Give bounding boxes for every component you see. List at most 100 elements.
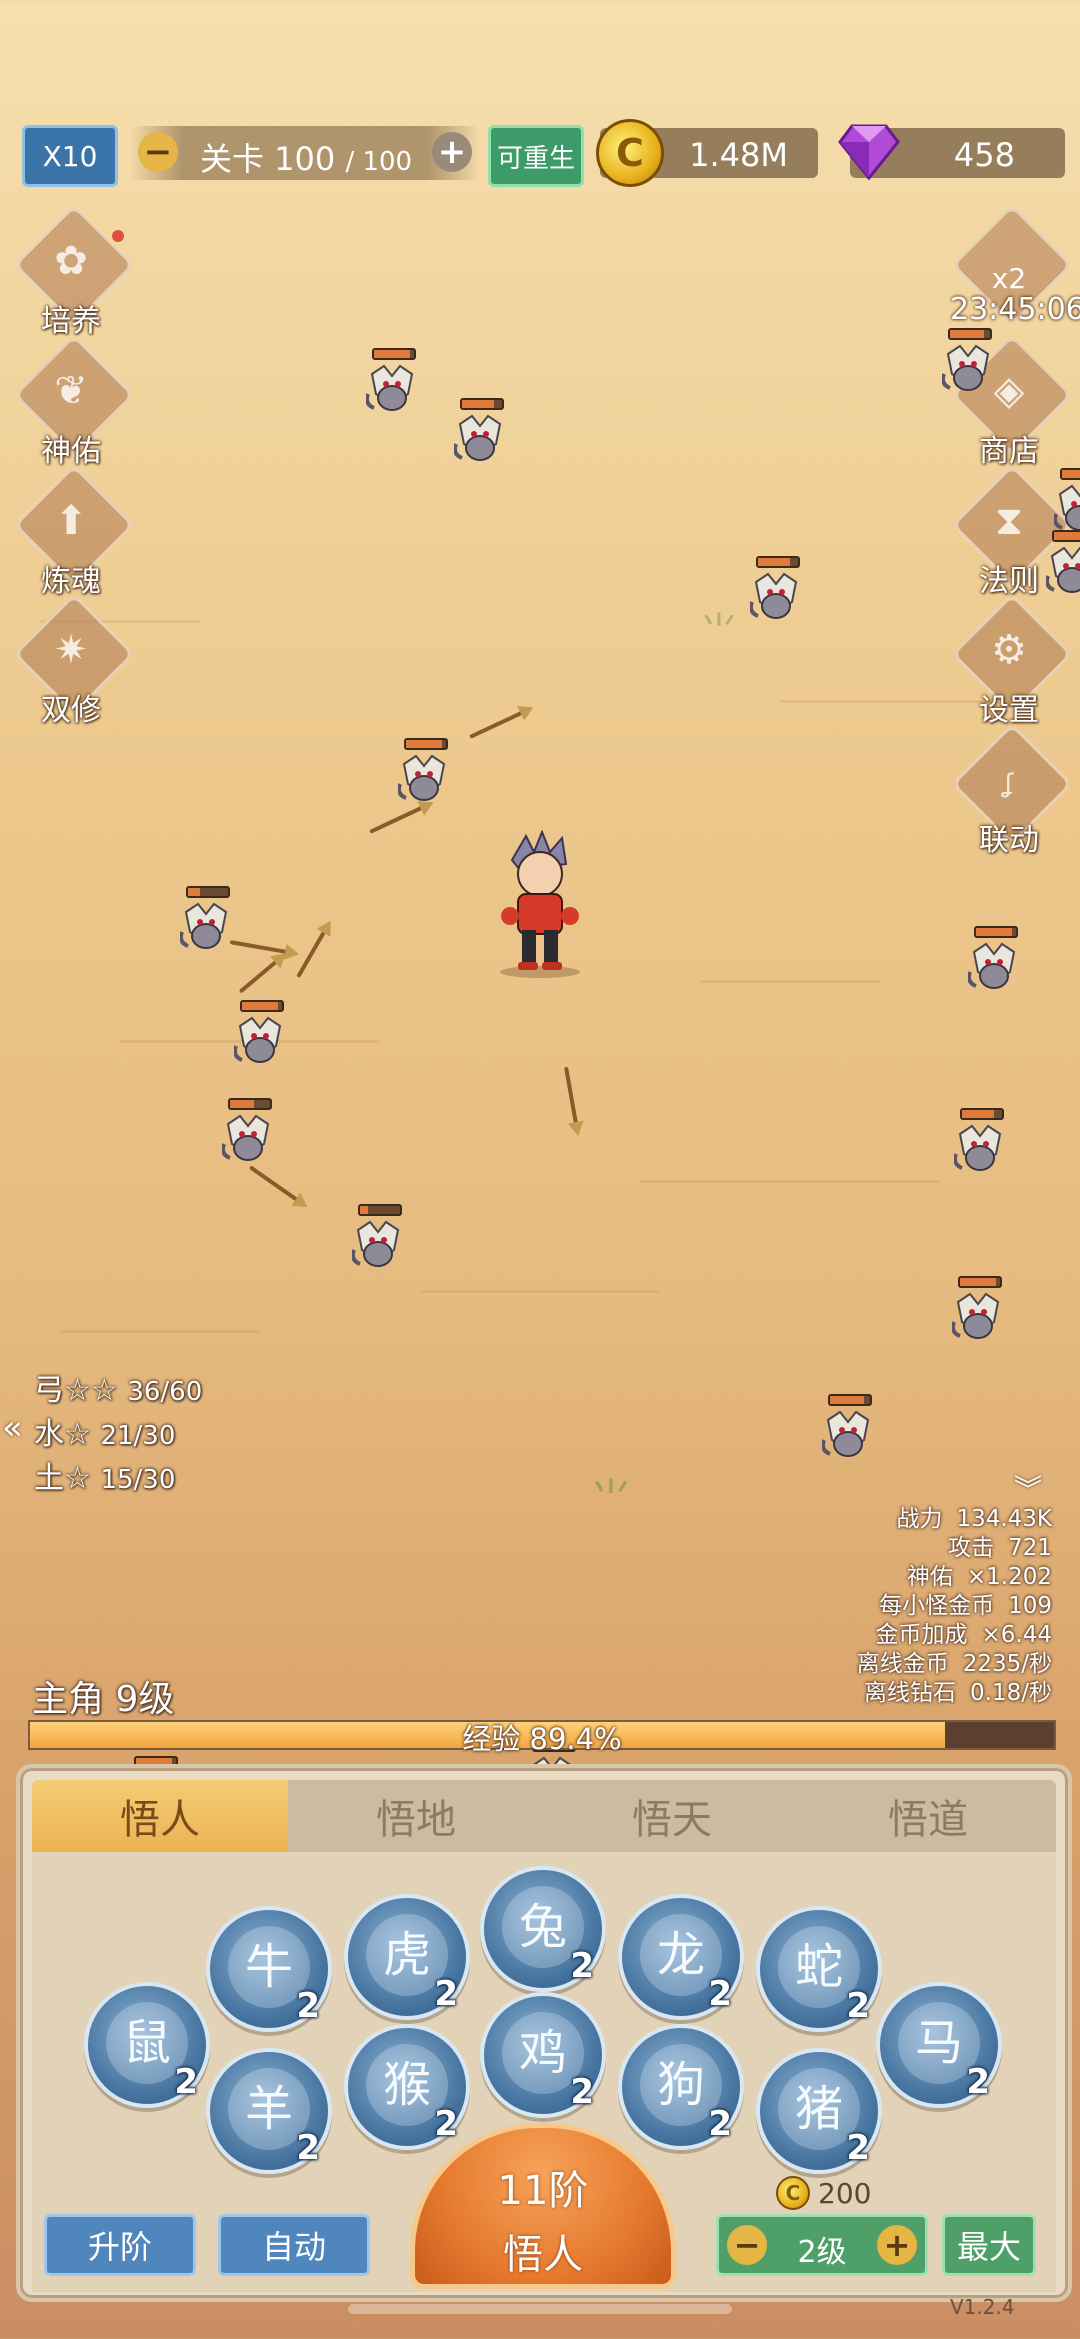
tab-human[interactable]: 悟人	[32, 1780, 288, 1852]
stat-value: ×6.44	[981, 1622, 1052, 1648]
monster-enemy	[962, 926, 1026, 994]
monster-sprite	[222, 1114, 270, 1161]
quest-progress: 15/30	[100, 1465, 176, 1495]
menu-train-label: 培养	[41, 304, 101, 339]
monster-hp-bar	[828, 1394, 872, 1406]
quest-progress: 21/30	[100, 1421, 176, 1451]
monster-hp-bar	[958, 1276, 1002, 1288]
menu-link-label: 联动	[979, 823, 1039, 858]
menu-link-button[interactable]: ʆ 联动	[951, 723, 1073, 858]
monster-enemy	[392, 738, 456, 806]
speed-button[interactable]: X10	[22, 125, 118, 187]
monster-enemy	[1048, 468, 1080, 536]
collapse-stats-icon[interactable]: ︾	[1014, 1468, 1042, 1508]
monster-sprite	[942, 344, 990, 391]
monster-enemy	[1040, 530, 1080, 598]
stepper-plus-button[interactable]: +	[877, 2225, 917, 2265]
monster-hp-bar	[960, 1108, 1004, 1120]
stat-value: 721	[1008, 1535, 1052, 1561]
arrow-projectile	[469, 709, 526, 739]
gem-display: 458	[838, 124, 1065, 181]
auto-button[interactable]: 自动	[218, 2214, 370, 2276]
boost-label: x2	[991, 262, 1027, 295]
gold-display: C 1.48M	[596, 119, 818, 187]
monster-enemy	[228, 1000, 292, 1068]
up-arrow-icon: ⬆	[54, 498, 88, 544]
zodiac-ox-button[interactable]: 牛2	[206, 1906, 332, 2032]
monster-sprite	[750, 572, 798, 619]
zodiac-horse-button[interactable]: 马2	[876, 1982, 1002, 2108]
monster-enemy	[346, 1204, 410, 1272]
menu-soul-button[interactable]: ⬆ 炼魂	[13, 464, 135, 599]
menu-train-button[interactable]: ✿ 培养	[13, 204, 135, 339]
stat-row: 离线金币 2235/秒	[752, 1650, 1052, 1679]
upgrade-tier-button[interactable]: 升阶	[44, 2214, 196, 2276]
zodiac-level: 2	[296, 1986, 320, 2026]
stat-row: 离线钻石 0.18/秒	[752, 1679, 1052, 1708]
monster-hp-bar	[756, 556, 800, 568]
zodiac-rabbit-button[interactable]: 兔2	[480, 1866, 606, 1992]
stage-current: 100	[274, 140, 336, 178]
menu-blessing-button[interactable]: ❦ 神佑	[13, 334, 135, 469]
monster-sprite	[454, 414, 502, 461]
stage-minus-button[interactable]: −	[138, 132, 178, 172]
zodiac-level: 2	[174, 2062, 198, 2102]
stat-key: 离线金币	[856, 1651, 949, 1677]
zodiac-pig-button[interactable]: 猪2	[756, 2048, 882, 2174]
zodiac-tiger-button[interactable]: 虎2	[344, 1894, 470, 2020]
zodiac-level: 2	[846, 1986, 870, 2026]
zodiac-level: 2	[570, 1946, 594, 1986]
max-button[interactable]: 最大	[942, 2214, 1036, 2276]
stat-key: 金币加成	[875, 1622, 968, 1648]
stage-plus-button[interactable]: +	[432, 132, 472, 172]
tab-dao[interactable]: 悟道	[800, 1780, 1056, 1852]
home-indicator[interactable]	[348, 2304, 732, 2314]
boost-timer: 23:45:06	[950, 292, 1080, 327]
flame-icon: ✷	[54, 627, 88, 673]
tab-earth[interactable]: 悟地	[288, 1780, 544, 1852]
collapse-left-icon[interactable]: «	[2, 1408, 23, 1448]
level-stepper: − 2级 +	[716, 2214, 928, 2276]
monster-hp-bar	[974, 926, 1018, 938]
exp-bar: 经验 89.4%	[28, 1720, 1056, 1756]
monster-enemy	[360, 348, 424, 416]
stat-key: 离线钻石	[864, 1680, 957, 1706]
rebirth-button[interactable]: 可重生	[488, 125, 584, 187]
zodiac-rooster-button[interactable]: 鸡2	[480, 1992, 606, 2118]
monster-hp-bar	[948, 328, 992, 340]
monster-hp-bar	[240, 1000, 284, 1012]
monster-sprite	[954, 1124, 1002, 1171]
monster-enemy	[744, 556, 808, 624]
monster-sprite	[398, 754, 446, 801]
link-logo-icon: ʆ	[1004, 769, 1014, 799]
stat-key: 每小怪金币	[879, 1593, 995, 1619]
upgrade-cost: C 200	[776, 2176, 871, 2210]
arrow-projectile	[238, 958, 280, 994]
clover-icon: ✿	[54, 238, 88, 284]
menu-dual-button[interactable]: ✷ 双修	[13, 593, 135, 728]
tab-heaven[interactable]: 悟天	[544, 1780, 800, 1852]
zodiac-level: 2	[966, 2062, 990, 2102]
cost-value: 200	[818, 2176, 872, 2210]
zodiac-monkey-button[interactable]: 猴2	[344, 2024, 470, 2150]
stat-row: 每小怪金币 109	[752, 1592, 1052, 1621]
gold-value: 1.48M	[689, 136, 788, 174]
zodiac-snake-button[interactable]: 蛇2	[756, 1906, 882, 2032]
menu-settings-button[interactable]: ⚙ 设置	[951, 593, 1073, 728]
zodiac-goat-button[interactable]: 羊2	[206, 2048, 332, 2174]
stage-label: 关卡	[200, 140, 265, 178]
wings-icon: ❦	[54, 368, 88, 414]
stat-row: 金币加成 ×6.44	[752, 1621, 1052, 1650]
zodiac-level: 2	[708, 2104, 732, 2144]
zodiac-dragon-button[interactable]: 龙2	[618, 1894, 744, 2020]
zodiac-level: 2	[708, 1974, 732, 2014]
stat-value: 2235/秒	[962, 1651, 1052, 1677]
zodiac-rat-button[interactable]: 鼠2	[84, 1982, 210, 2108]
monster-hp-bar	[228, 1098, 272, 1110]
game-screen: { "top": { "speed_label": "X10", "stage_…	[0, 0, 1080, 2339]
gold-coin-icon: C	[776, 2176, 810, 2210]
monster-sprite	[1054, 484, 1080, 531]
monster-enemy	[946, 1276, 1010, 1344]
gem-value: 458	[953, 136, 1015, 174]
zodiac-dog-button[interactable]: 狗2	[618, 2024, 744, 2150]
